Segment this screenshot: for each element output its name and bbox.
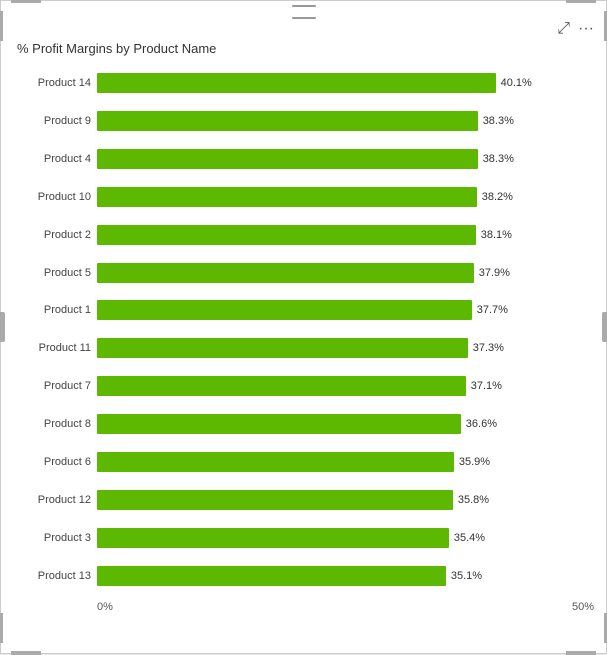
bar-value: 36.6% xyxy=(466,418,497,430)
chart-panel: ⤢ ··· % Profit Margins by Product Name P… xyxy=(0,0,607,654)
bar-row: Product 7 37.1% xyxy=(17,367,594,405)
bar-row: Product 8 36.6% xyxy=(17,405,594,443)
bar-value: 37.3% xyxy=(473,342,504,354)
bar-value: 37.9% xyxy=(479,267,510,279)
bar-row: Product 12 35.8% xyxy=(17,481,594,519)
more-options-icon[interactable]: ··· xyxy=(578,21,594,37)
bar-track: 35.1% xyxy=(97,565,594,587)
bar-fill[interactable] xyxy=(97,452,454,472)
x-axis-min-label: 0% xyxy=(97,601,113,613)
bar-fill[interactable] xyxy=(97,414,461,434)
bar-value: 37.7% xyxy=(477,304,508,316)
bar-label: Product 3 xyxy=(17,532,97,544)
x-axis-max-label: 50% xyxy=(572,601,594,613)
chart-body: Product 14 40.1% Product 9 38.3% Product 4 38… xyxy=(13,64,594,595)
bar-fill[interactable] xyxy=(97,73,496,93)
bar-label: Product 12 xyxy=(17,494,97,506)
resize-handle-top-left[interactable] xyxy=(11,0,41,3)
resize-handle-left[interactable] xyxy=(0,312,5,342)
bar-label: Product 6 xyxy=(17,456,97,468)
bar-row: Product 5 37.9% xyxy=(17,254,594,292)
bar-fill[interactable] xyxy=(97,528,449,548)
bar-track: 35.4% xyxy=(97,527,594,549)
bar-value: 37.1% xyxy=(471,380,502,392)
bar-value: 38.2% xyxy=(482,191,513,203)
bar-fill[interactable] xyxy=(97,225,476,245)
resize-handle-bottom-left[interactable] xyxy=(11,651,41,655)
bar-label: Product 14 xyxy=(17,77,97,89)
bar-label: Product 5 xyxy=(17,267,97,279)
bar-row: Product 2 38.1% xyxy=(17,216,594,254)
bar-fill[interactable] xyxy=(97,149,478,169)
bar-track: 40.1% xyxy=(97,72,594,94)
bar-track: 38.3% xyxy=(97,110,594,132)
bar-fill[interactable] xyxy=(97,111,478,131)
resize-handle-left-bottom[interactable] xyxy=(0,613,3,643)
bar-value: 35.9% xyxy=(459,456,490,468)
bar-value: 35.1% xyxy=(451,570,482,582)
bar-value: 38.1% xyxy=(481,229,512,241)
bar-fill[interactable] xyxy=(97,338,468,358)
bar-value: 40.1% xyxy=(501,77,532,89)
bar-track: 35.8% xyxy=(97,489,594,511)
bar-label: Product 11 xyxy=(17,342,97,354)
resize-handle-left-top[interactable] xyxy=(0,11,3,41)
bar-fill[interactable] xyxy=(97,300,472,320)
drag-handle[interactable] xyxy=(289,5,319,19)
bar-value: 35.8% xyxy=(458,494,489,506)
bar-value: 35.4% xyxy=(454,532,485,544)
bar-fill[interactable] xyxy=(97,566,446,586)
bar-label: Product 1 xyxy=(17,304,97,316)
bar-label: Product 8 xyxy=(17,418,97,430)
bar-row: Product 1 37.7% xyxy=(17,292,594,330)
bar-track: 38.2% xyxy=(97,186,594,208)
expand-icon[interactable]: ⤢ xyxy=(557,21,570,37)
bar-label: Product 9 xyxy=(17,115,97,127)
bar-track: 37.1% xyxy=(97,375,594,397)
bar-track: 38.1% xyxy=(97,224,594,246)
bar-track: 37.9% xyxy=(97,262,594,284)
bar-label: Product 10 xyxy=(17,191,97,203)
bar-track: 37.7% xyxy=(97,299,594,321)
bar-row: Product 14 40.1% xyxy=(17,64,594,102)
bar-track: 38.3% xyxy=(97,148,594,170)
bar-track: 36.6% xyxy=(97,413,594,435)
bar-track: 37.3% xyxy=(97,337,594,359)
bar-row: Product 6 35.9% xyxy=(17,443,594,481)
bar-fill[interactable] xyxy=(97,490,453,510)
resize-handle-top-right[interactable] xyxy=(566,0,596,3)
bar-fill[interactable] xyxy=(97,376,466,396)
bar-row: Product 13 35.1% xyxy=(17,557,594,595)
resize-handle-right[interactable] xyxy=(602,312,607,342)
bar-label: Product 13 xyxy=(17,570,97,582)
bar-label: Product 4 xyxy=(17,153,97,165)
chart-title: % Profit Margins by Product Name xyxy=(13,41,594,56)
bar-fill[interactable] xyxy=(97,187,477,207)
bar-row: Product 10 38.2% xyxy=(17,178,594,216)
bar-row: Product 3 35.4% xyxy=(17,519,594,557)
bar-row: Product 4 38.3% xyxy=(17,140,594,178)
bar-row: Product 11 37.3% xyxy=(17,329,594,367)
bar-row: Product 9 38.3% xyxy=(17,102,594,140)
resize-handle-bottom-right[interactable] xyxy=(566,651,596,655)
bar-track: 35.9% xyxy=(97,451,594,473)
bar-value: 38.3% xyxy=(483,115,514,127)
x-axis: 0% 50% xyxy=(13,601,594,613)
bar-label: Product 7 xyxy=(17,380,97,392)
bar-value: 38.3% xyxy=(483,153,514,165)
chart-toolbar: ⤢ ··· xyxy=(13,21,594,37)
bar-fill[interactable] xyxy=(97,263,474,283)
bar-label: Product 2 xyxy=(17,229,97,241)
